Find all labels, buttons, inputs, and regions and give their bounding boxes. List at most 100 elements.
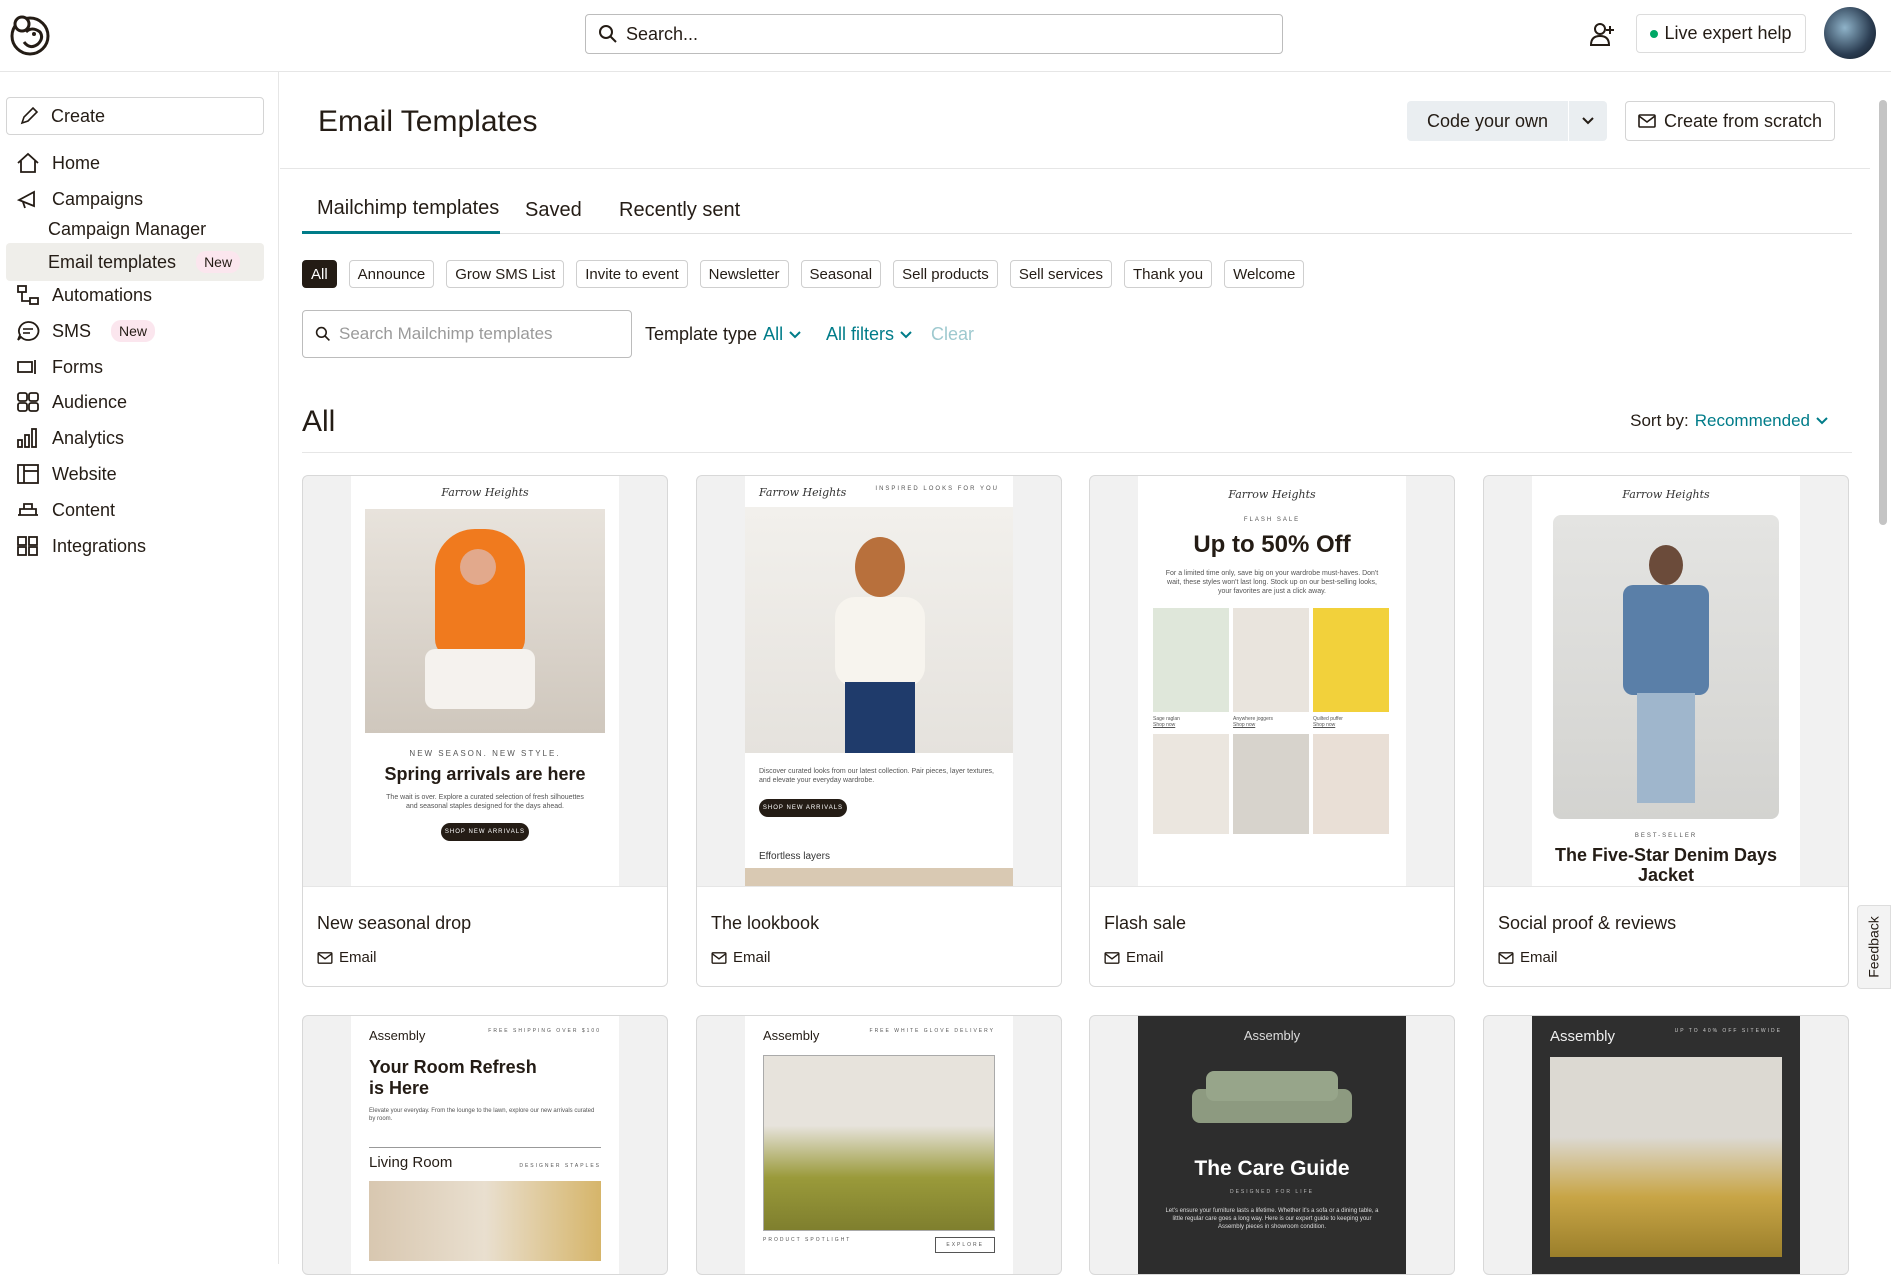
card-info: The lookbook Email [697, 886, 1061, 986]
sms-icon [17, 321, 40, 341]
sidebar-item-email-templates[interactable]: Email templates New [6, 243, 264, 281]
code-your-own-dropdown[interactable] [1569, 101, 1607, 141]
clear-filters-button[interactable]: Clear [931, 324, 974, 345]
sidebar-item-audience[interactable]: Audience [0, 385, 279, 419]
avatar[interactable] [1824, 7, 1876, 59]
global-search-input[interactable]: Search... [585, 14, 1283, 54]
create-label: Create [51, 105, 106, 126]
create-from-scratch-button[interactable]: Create from scratch [1625, 101, 1835, 141]
sofa-illustration [1192, 1071, 1352, 1133]
new-badge: New [111, 320, 156, 342]
card-type: Email [1498, 949, 1558, 966]
form-icon [17, 360, 36, 374]
scrollbar-thumb[interactable] [1879, 100, 1887, 525]
sidebar-item-campaign-manager[interactable]: Campaign Manager [0, 212, 279, 246]
chip-announce[interactable]: Announce [348, 260, 435, 288]
card-info: Flash sale Email [1090, 886, 1454, 986]
chip-all[interactable]: All [302, 260, 337, 288]
live-expert-help-button[interactable]: Live expert help [1636, 14, 1806, 53]
card-title: Flash sale [1104, 913, 1187, 933]
category-chips: All Announce Grow SMS List Invite to eve… [302, 260, 1305, 290]
template-search-input[interactable]: Search Mailchimp templates [302, 310, 632, 358]
chart-icon [17, 428, 37, 448]
preview-cta: SHOP NEW ARRIVALS [759, 799, 847, 817]
website-icon [17, 464, 39, 484]
template-card-care-guide[interactable]: Assembly The Care Guide DESIGNED FOR LIF… [1089, 1015, 1455, 1275]
sidebar-item-forms[interactable]: Forms [0, 350, 279, 384]
section-title: All [302, 405, 336, 438]
chip-newsletter[interactable]: Newsletter [699, 260, 789, 288]
chip-thank-you[interactable]: Thank you [1124, 260, 1213, 288]
sidebar-item-automations[interactable]: Automations [0, 278, 279, 312]
template-card-room-refresh[interactable]: Assembly FREE SHIPPING OVER $100 Your Ro… [302, 1015, 668, 1275]
sort-control[interactable]: Sort by: Recommended [1630, 411, 1828, 431]
preview-photo [365, 509, 605, 733]
preview-photo [745, 507, 1013, 753]
search-icon [315, 326, 330, 341]
preview-photo [763, 1055, 995, 1231]
template-card-the-lookbook[interactable]: Farrow Heights INSPIRED LOOKS FOR YOU Di… [696, 475, 1062, 987]
template-tabs: Mailchimp templates Saved Recently sent [302, 186, 1852, 234]
template-card-sitewide-sale[interactable]: Assembly UP TO 40% OFF SITEWIDE [1483, 1015, 1849, 1275]
tab-mailchimp-templates[interactable]: Mailchimp templates [302, 186, 500, 234]
card-title: Social proof & reviews [1498, 913, 1677, 933]
all-filters-button[interactable]: All filters [826, 324, 912, 345]
email-icon [1104, 951, 1120, 964]
section-divider [302, 452, 1852, 453]
content-icon [18, 503, 38, 516]
template-card-new-seasonal-drop[interactable]: Farrow Heights NEW SEASON. NEW STYLE. Sp… [302, 475, 668, 987]
card-title: The lookbook [711, 913, 820, 933]
search-placeholder: Search... [626, 23, 699, 44]
email-icon [1638, 114, 1656, 128]
top-bar: Search... Live expert help [0, 0, 1891, 72]
chip-invite-to-event[interactable]: Invite to event [576, 260, 688, 288]
sidebar-item-home[interactable]: Home [0, 146, 279, 180]
template-card-product-spotlight[interactable]: Assembly FREE WHITE GLOVE DELIVERY PRODU… [696, 1015, 1062, 1275]
chevron-down-icon [1582, 117, 1594, 125]
online-status-icon [1650, 29, 1659, 38]
sidebar-item-integrations[interactable]: Integrations [0, 529, 279, 563]
mailchimp-logo-icon[interactable] [6, 10, 54, 60]
email-icon [317, 951, 333, 964]
chip-welcome[interactable]: Welcome [1224, 260, 1305, 288]
template-preview: Assembly FREE SHIPPING OVER $100 Your Ro… [351, 1016, 619, 1274]
card-info: New seasonal drop Email [303, 886, 667, 986]
code-your-own-button[interactable]: Code your own [1407, 101, 1569, 141]
tab-saved[interactable]: Saved [525, 186, 582, 234]
chevron-down-icon [900, 330, 912, 338]
sidebar-item-analytics[interactable]: Analytics [0, 421, 279, 455]
sidebar: Create Home Campaigns Campaign Manager E… [0, 72, 279, 1264]
account-switch-icon[interactable] [1588, 20, 1616, 48]
template-preview: Farrow Heights INSPIRED LOOKS FOR YOU Di… [745, 476, 1013, 886]
live-help-label: Live expert help [1664, 23, 1792, 43]
new-badge: New [196, 251, 241, 273]
tab-recently-sent[interactable]: Recently sent [619, 186, 740, 234]
template-card-social-proof-reviews[interactable]: Farrow Heights BEST-SELLER The Five-Star… [1483, 475, 1849, 987]
template-card-flash-sale[interactable]: Farrow Heights FLASH SALE Up to 50% Off … [1089, 475, 1455, 987]
sidebar-item-content[interactable]: Content [0, 493, 279, 527]
card-type: Email [711, 949, 771, 966]
chip-sell-services[interactable]: Sell services [1009, 260, 1113, 288]
preview-photo [1550, 1057, 1782, 1257]
chip-grow-sms-list[interactable]: Grow SMS List [446, 260, 565, 288]
card-type: Email [1104, 949, 1164, 966]
chip-seasonal[interactable]: Seasonal [800, 260, 882, 288]
megaphone-icon [16, 190, 35, 209]
template-preview: Farrow Heights BEST-SELLER The Five-Star… [1532, 476, 1800, 886]
sidebar-item-sms[interactable]: SMS New [0, 314, 279, 348]
preview-cta: SHOP NEW ARRIVALS [441, 823, 529, 841]
pencil-icon [20, 106, 39, 125]
create-button[interactable]: Create [6, 97, 264, 135]
divider [280, 168, 1870, 169]
main-content: Email Templates Code your own Create fro… [280, 72, 1870, 1275]
code-your-own-split-button[interactable]: Code your own [1407, 101, 1607, 141]
chip-sell-products[interactable]: Sell products [893, 260, 998, 288]
sidebar-item-website[interactable]: Website [0, 457, 279, 491]
sidebar-item-campaigns[interactable]: Campaigns [0, 182, 279, 216]
card-type: Email [317, 949, 377, 966]
template-preview: Assembly UP TO 40% OFF SITEWIDE [1532, 1016, 1800, 1274]
template-type-filter[interactable]: Template type All [645, 324, 801, 345]
product-grid: Sage raglan Shop now Anywhere joggers Shop… [1153, 608, 1406, 834]
page-scrollbar[interactable] [1876, 84, 1890, 1264]
template-preview: Assembly The Care Guide DESIGNED FOR LIF… [1138, 1016, 1406, 1274]
